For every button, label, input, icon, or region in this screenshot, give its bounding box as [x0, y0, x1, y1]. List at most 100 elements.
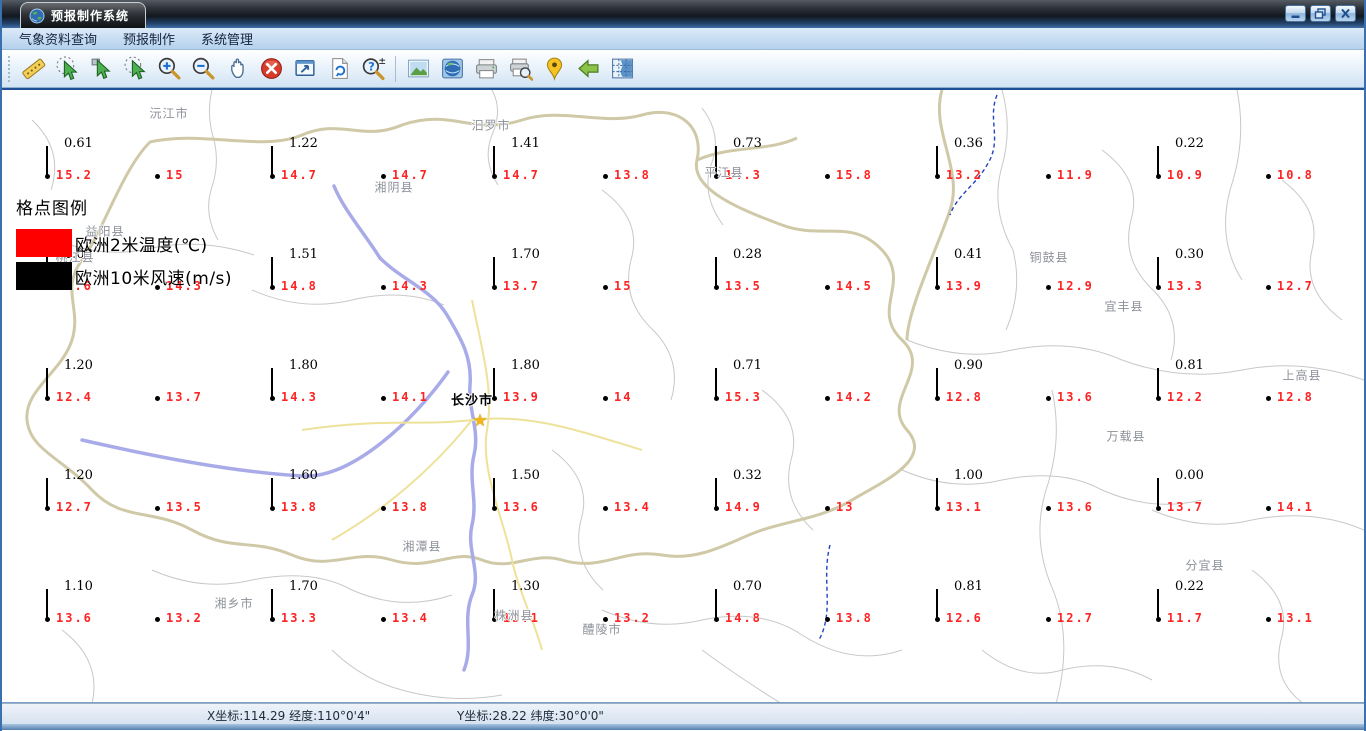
wind-speed-value: 0.36 [954, 136, 983, 151]
menu-item-3[interactable]: 系统管理 [188, 28, 266, 49]
print-tool[interactable] [469, 53, 503, 85]
grid-dot [155, 174, 160, 179]
wind-speed-value: 1.00 [954, 468, 983, 483]
county-label: 湘乡市 [214, 596, 254, 611]
grid-dot [825, 285, 830, 290]
menu-item-2[interactable]: 预报制作 [110, 28, 188, 49]
legend-item-windspeed: 欧洲10米风速(m/s) [16, 262, 232, 290]
wind-speed-value: 1.20 [64, 468, 93, 483]
wind-speed-value: 0.22 [1175, 136, 1204, 151]
grid-dot [1046, 285, 1051, 290]
measure-tool[interactable] [16, 53, 50, 85]
wind-barb [1157, 257, 1159, 286]
refresh-tool[interactable] [322, 53, 356, 85]
toolbar-grip[interactable] [7, 54, 12, 83]
grid-dot [1266, 174, 1271, 179]
legend-label: 欧洲10米风速(m/s) [75, 268, 233, 289]
legend-title: 格点图例 [16, 199, 88, 219]
window-bottom-frame [2, 724, 1364, 730]
wind-barb [936, 146, 938, 175]
picture-icon [406, 56, 431, 81]
county-label: 醴陵市 [582, 622, 622, 637]
grid-dot [1266, 506, 1271, 511]
cursor-dashed-circle-icon [55, 56, 80, 81]
cancel-tool[interactable] [254, 53, 288, 85]
wind-barb [271, 478, 273, 507]
full-extent-tool[interactable] [288, 53, 322, 85]
cursor-box-icon [89, 56, 114, 81]
grid-dot [1266, 285, 1271, 290]
wind-speed-value: 1.10 [64, 579, 93, 594]
print-preview-tool[interactable] [503, 53, 537, 85]
temperature-value: 13.7 [166, 390, 203, 404]
temperature-value: 15.8 [836, 168, 873, 182]
locate-pin-tool[interactable] [537, 53, 571, 85]
app-window: 预报制作系统 气象资料查询 预报制作 系统管理 ? ± 格点图例 欧洲2米温度(… [0, 0, 1366, 731]
wind-barb [46, 368, 48, 397]
county-label: 湘阴县 [374, 180, 414, 195]
temperature-value: 15 [166, 168, 185, 182]
image-export-tool[interactable] [401, 53, 435, 85]
minimize-button[interactable] [1285, 5, 1306, 22]
pan-tool[interactable] [220, 53, 254, 85]
restore-button[interactable] [1310, 5, 1331, 22]
window-controls [1285, 5, 1356, 22]
temperature-value: 12.8 [1277, 390, 1314, 404]
basemap-tool[interactable] [435, 53, 469, 85]
temperature-value: 13.2 [166, 611, 203, 625]
legend-label: 欧洲2米温度(℃) [75, 235, 208, 256]
wind-barb [936, 478, 938, 507]
wind-speed-value: 0.28 [733, 247, 762, 262]
temperature-value: 14.7 [281, 168, 318, 182]
temperature-value: 13.6 [1057, 500, 1094, 514]
grid-select-tool[interactable] [605, 53, 639, 85]
map-canvas[interactable]: 格点图例 欧洲2米温度(℃) 欧洲10米风速(m/s) 15.2 0.61 15 14… [2, 88, 1364, 703]
wind-barb [46, 146, 48, 175]
grid-dot [381, 285, 386, 290]
grid-dot [381, 617, 386, 622]
temperature-value: 12.4 [56, 390, 93, 404]
grid-dot [603, 174, 608, 179]
grid-dot [603, 396, 608, 401]
page-refresh-icon [327, 56, 352, 81]
temperature-value: 13.5 [725, 279, 762, 293]
wind-barb [936, 257, 938, 286]
window-arrow-icon [293, 56, 318, 81]
wind-barb [271, 257, 273, 286]
select-elements-tool[interactable] [84, 53, 118, 85]
select-by-circle-tool[interactable] [50, 53, 84, 85]
temperature-value: 12.7 [1057, 611, 1094, 625]
temperature-value: 14 [614, 390, 633, 404]
zoom-out-tool[interactable] [186, 53, 220, 85]
temperature-value: 12.9 [1057, 279, 1094, 293]
back-tool[interactable] [571, 53, 605, 85]
temperature-value: 13.6 [56, 611, 93, 625]
lasso-select-tool[interactable] [118, 53, 152, 85]
wind-speed-value: 0.81 [954, 579, 983, 594]
wind-speed-value: 0.00 [1175, 468, 1204, 483]
menu-item-1[interactable]: 气象资料查询 [6, 28, 110, 49]
grid-dot [155, 617, 160, 622]
map-pin-icon [542, 56, 567, 81]
grid-dot [603, 285, 608, 290]
wind-speed-value: 1.80 [289, 358, 318, 373]
zoom-in-tool[interactable] [152, 53, 186, 85]
wind-speed-value: 1.41 [511, 136, 540, 151]
temperature-value: 13.5 [166, 500, 203, 514]
wind-barb [493, 368, 495, 397]
query-zoom-tool[interactable]: ? ± [356, 53, 390, 85]
wind-speed-value: 0.32 [733, 468, 762, 483]
wind-speed-value: 1.80 [511, 358, 540, 373]
temperature-value: 10.9 [1167, 168, 1204, 182]
legend-swatch-red [16, 229, 72, 257]
county-label: 沅江市 [149, 106, 189, 121]
temperature-value: 14.8 [725, 611, 762, 625]
close-button[interactable] [1335, 5, 1356, 22]
wind-barb [1157, 589, 1159, 618]
grid-dot [1046, 617, 1051, 622]
wind-barb [1157, 478, 1159, 507]
wind-speed-value: 0.30 [1175, 247, 1204, 262]
wind-barb [715, 368, 717, 397]
wind-barb [715, 589, 717, 618]
county-label: 万载县 [1106, 429, 1146, 444]
